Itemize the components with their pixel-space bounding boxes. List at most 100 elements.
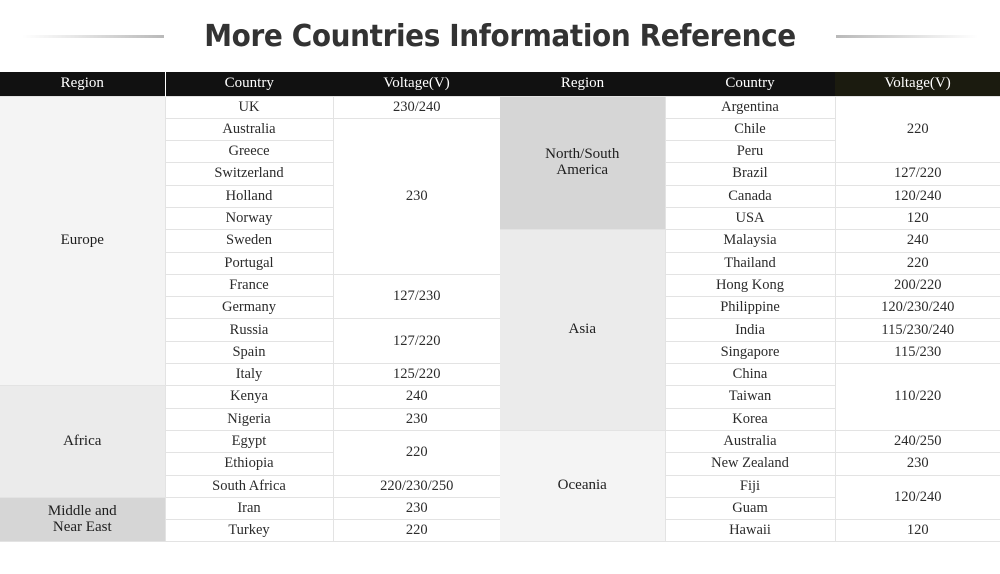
country-cell: Switzerland [164, 162, 334, 186]
voltage-cell: 230 [332, 496, 500, 521]
country-cell: Iran [164, 496, 334, 521]
country-cell: Argentina [664, 95, 836, 119]
voltage-cell: 127/220 [332, 318, 500, 365]
voltage-cell: 240/250 [834, 429, 1000, 454]
voltage-cell: 230 [332, 117, 500, 275]
country-cell: USA [664, 206, 836, 231]
country-cell: Holland [164, 184, 334, 208]
voltage-cell: 200/220 [834, 273, 1000, 298]
country-cell: Russia [164, 318, 334, 342]
country-cell: France [164, 273, 334, 298]
country-cell: Chile [664, 117, 836, 142]
country-cell: Portugal [164, 251, 334, 275]
country-cell: Guam [664, 496, 836, 521]
voltage-cell: 127/220 [834, 162, 1000, 186]
region-cell: North/South America [500, 95, 666, 231]
voltage-cell: 125/220 [332, 363, 500, 387]
voltage-cell: 120/240 [834, 184, 1000, 208]
header-row: Region Country Voltage(V) [500, 72, 1000, 96]
country-cell: Germany [164, 296, 334, 320]
column-header-voltage: Voltage(V) [333, 72, 500, 96]
country-cell: Sweden [164, 229, 334, 253]
table-row: Europe UK 230/240 [0, 95, 500, 387]
right-table-body: North/South America Argentina 220 Chile Peru B… [500, 95, 1000, 543]
country-cell: China [664, 363, 836, 387]
voltage-cell: 240 [834, 229, 1000, 253]
country-cell: Canada [664, 184, 836, 208]
title-rule-right [836, 34, 978, 38]
column-header-region: Region [500, 72, 665, 96]
region-label-line-2: Near East [52, 518, 112, 535]
country-cell: Korea [664, 407, 836, 431]
country-cell: Peru [664, 140, 836, 164]
voltage-cell: 230 [834, 452, 1000, 476]
voltage-cell: 120 [834, 206, 1000, 231]
region-cell: Middle and Near East [0, 496, 166, 543]
country-cell: Australia [664, 429, 836, 454]
country-cell: Philippine [664, 296, 836, 320]
country-cell: South Africa [164, 474, 334, 498]
country-cell: Spain [164, 340, 334, 365]
region-cell: Europe [0, 95, 166, 387]
region-label-line-2: America [556, 161, 609, 178]
country-cell: UK [164, 95, 334, 119]
country-cell: Australia [164, 117, 334, 142]
voltage-cell: 220 [332, 429, 500, 476]
left-table-body: Europe UK 230/240 Australia 230 Greece Switzer… [0, 95, 500, 543]
region-cell: Asia [500, 229, 666, 431]
voltage-cell: 115/230/240 [834, 318, 1000, 342]
country-cell: Hong Kong [664, 273, 836, 298]
country-cell: Malaysia [664, 229, 836, 253]
column-header-country: Country [665, 72, 835, 96]
right-voltage-table: Region Country Voltage(V) North/South Ame… [500, 72, 1000, 543]
region-cell: Oceania [500, 429, 666, 543]
left-voltage-table: Region Country Voltage(V) Europe UK 230/24… [0, 72, 500, 543]
region-label-line-1: Middle and [47, 502, 117, 519]
voltage-cell: 220 [332, 519, 500, 543]
country-cell: Turkey [164, 519, 334, 543]
right-table-header: Region Country Voltage(V) [500, 72, 1000, 96]
voltage-cell: 120/240 [834, 474, 1000, 521]
country-cell: Fiji [664, 474, 836, 498]
country-cell: Ethiopia [164, 452, 334, 476]
voltage-cell: 115/230 [834, 340, 1000, 365]
country-cell: Norway [164, 206, 334, 231]
country-cell: Italy [164, 363, 334, 387]
table-row: Oceania Australia 240/250 [500, 429, 1000, 543]
voltage-cell: 110/220 [834, 363, 1000, 431]
country-cell: Singapore [664, 340, 836, 365]
table-row: Asia Malaysia 240 [500, 229, 1000, 431]
country-cell: Egypt [164, 429, 334, 454]
country-cell: New Zealand [664, 452, 836, 476]
header-row: Region Country Voltage(V) [0, 72, 500, 96]
table-row: Africa Kenya 240 [0, 385, 500, 498]
column-header-voltage: Voltage(V) [835, 72, 1000, 96]
country-cell: Brazil [664, 162, 836, 186]
voltage-cell: 127/230 [332, 273, 500, 320]
country-cell: Hawaii [664, 519, 836, 543]
column-header-region: Region [0, 72, 165, 96]
voltage-cell: 220 [834, 95, 1000, 164]
country-cell: Nigeria [164, 407, 334, 431]
region-label-line-1: North/South [545, 146, 620, 163]
country-cell: Greece [164, 140, 334, 164]
country-cell: Taiwan [664, 385, 836, 409]
title-bar: More Countries Information Reference [0, 0, 1000, 72]
title-rule-left [22, 34, 164, 38]
region-cell: Africa [0, 385, 166, 498]
voltage-cell: 230 [332, 407, 500, 431]
table-row: Middle and Near East Iran 230 [0, 496, 500, 543]
voltage-cell: 120/230/240 [834, 296, 1000, 320]
voltage-cell: 220 [834, 251, 1000, 275]
page-title: More Countries Information Reference [204, 18, 796, 54]
voltage-cell: 120 [834, 519, 1000, 543]
column-header-country: Country [164, 72, 333, 96]
tables-container: Region Country Voltage(V) Europe UK 230/24… [0, 72, 1000, 543]
country-cell: Thailand [664, 251, 836, 275]
country-cell: Kenya [164, 385, 334, 409]
voltage-cell: 220/230/250 [332, 474, 500, 498]
left-table-header: Region Country Voltage(V) [0, 72, 500, 96]
table-row: North/South America Argentina 220 [500, 95, 1000, 231]
voltage-cell: 230/240 [332, 95, 500, 119]
country-cell: India [664, 318, 836, 342]
